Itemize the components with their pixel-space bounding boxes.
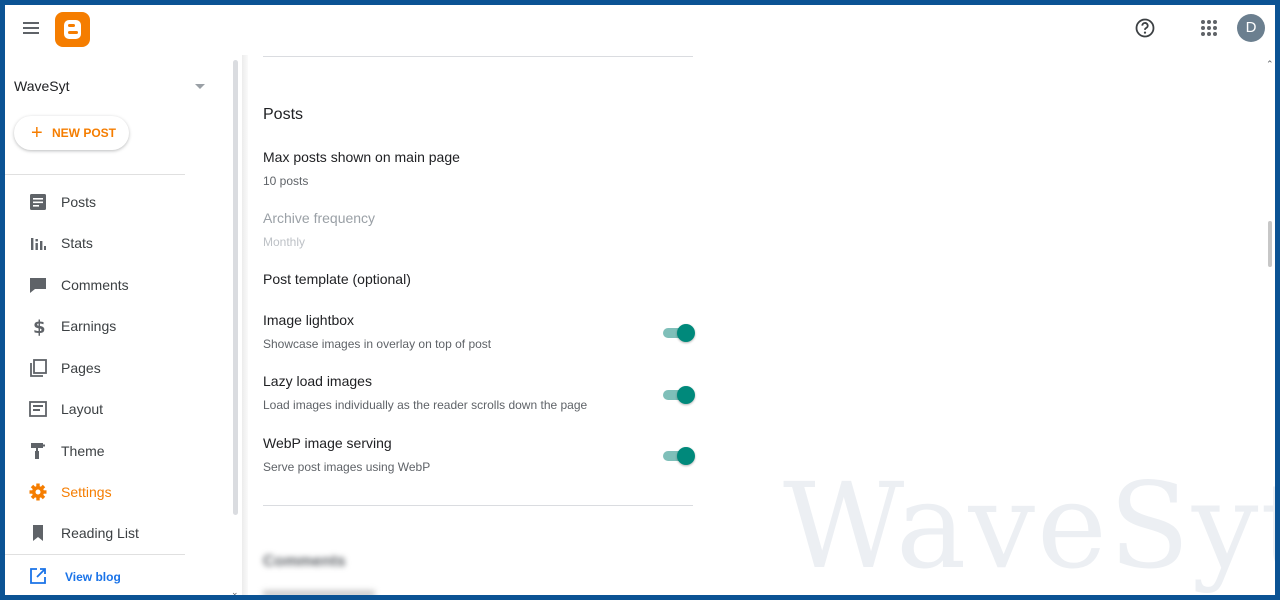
setting-archive-frequency: Archive frequency Monthly	[263, 210, 703, 250]
blog-name: WaveSyt	[14, 78, 70, 94]
svg-text:$: $	[33, 317, 46, 336]
setting-max-posts[interactable]: Max posts shown on main page 10 posts	[263, 149, 703, 189]
paint-roller-icon	[28, 441, 48, 461]
view-blog-label: View blog	[65, 570, 121, 584]
chevron-down-icon	[195, 84, 205, 89]
blurred-setting	[263, 590, 375, 595]
setting-post-template[interactable]: Post template (optional)	[263, 271, 703, 291]
setting-lazy-load-images: Lazy load images Load images individuall…	[263, 373, 703, 413]
webp-image-serving-toggle[interactable]	[661, 446, 695, 466]
sidebar-item-label: Posts	[61, 194, 97, 210]
top-bar: D	[5, 5, 1275, 55]
blog-selector[interactable]: WaveSyt	[14, 75, 212, 99]
sidebar: WaveSyt + NEW POST Posts Stats Comments	[5, 55, 241, 595]
sidebar-item-pages[interactable]: Pages	[5, 350, 231, 386]
setting-title: WebP image serving	[263, 435, 392, 451]
setting-value: 10 posts	[263, 174, 309, 188]
new-post-button[interactable]: + NEW POST	[14, 116, 129, 150]
layout-icon	[28, 399, 48, 419]
scroll-down-arrow-icon[interactable]: ⌄	[231, 587, 239, 595]
main-scrollbar-thumb[interactable]	[1268, 221, 1272, 267]
bookmark-icon	[28, 523, 48, 543]
toggle-thumb	[677, 447, 695, 465]
toggle-thumb	[677, 386, 695, 404]
open-external-icon	[29, 567, 47, 585]
gear-icon	[28, 482, 48, 502]
avatar[interactable]: D	[1237, 14, 1265, 42]
setting-title: Max posts shown on main page	[263, 149, 460, 165]
view-blog-link[interactable]: View blog	[5, 561, 185, 591]
image-lightbox-toggle[interactable]	[661, 323, 695, 343]
setting-title: Lazy load images	[263, 373, 372, 389]
setting-description: Load images individually as the reader s…	[263, 398, 588, 412]
setting-title: Image lightbox	[263, 312, 355, 328]
sidebar-item-label: Comments	[61, 277, 129, 293]
sidebar-item-posts[interactable]: Posts	[5, 184, 231, 220]
sidebar-item-label: Layout	[61, 401, 104, 417]
setting-value: Monthly	[263, 235, 306, 249]
setting-title: Post template (optional)	[263, 271, 411, 287]
sidebar-item-label: Pages	[61, 360, 101, 376]
pages-icon	[28, 358, 48, 378]
sidebar-divider	[5, 554, 185, 555]
sidebar-divider	[5, 174, 185, 175]
sidebar-item-label: Earnings	[61, 318, 117, 334]
setting-description: Serve post images using WebP	[263, 460, 431, 474]
sidebar-item-earnings[interactable]: $ Earnings	[5, 308, 231, 344]
apps-grid-icon[interactable]	[1197, 16, 1221, 40]
settings-content: WaveSyt Posts Max posts shown on main pa…	[242, 55, 1275, 595]
help-icon[interactable]	[1133, 16, 1157, 40]
setting-webp-image-serving: WebP image serving Serve post images usi…	[263, 435, 703, 475]
sidebar-item-label: Theme	[61, 443, 105, 459]
sidebar-item-stats[interactable]: Stats	[5, 225, 231, 261]
scroll-up-arrow-icon[interactable]: ⌃	[1266, 59, 1274, 70]
hamburger-menu-icon[interactable]	[21, 18, 43, 38]
section-divider	[263, 505, 693, 506]
posts-icon	[28, 192, 48, 212]
sidebar-item-label: Stats	[61, 235, 93, 251]
dollar-icon: $	[28, 316, 48, 338]
lazy-load-images-toggle[interactable]	[661, 385, 695, 405]
setting-description: Showcase images in overlay on top of pos…	[263, 337, 492, 351]
section-title-comments: Comments	[263, 553, 346, 570]
plus-icon: +	[31, 122, 43, 144]
section-title-posts: Posts	[263, 106, 304, 123]
sidebar-item-reading-list[interactable]: Reading List	[5, 515, 231, 551]
watermark: WaveSyt	[783, 457, 1275, 595]
sidebar-item-layout[interactable]: Layout	[5, 391, 231, 427]
sidebar-item-label: Settings	[61, 484, 112, 500]
sidebar-shadow	[242, 55, 248, 595]
sidebar-item-theme[interactable]: Theme	[5, 433, 231, 469]
stats-icon	[28, 233, 48, 253]
toggle-thumb	[677, 324, 695, 342]
sidebar-scrollbar[interactable]	[233, 60, 238, 515]
setting-title: Archive frequency	[263, 210, 376, 226]
new-post-label: NEW POST	[52, 126, 117, 140]
comments-icon	[28, 275, 48, 295]
sidebar-item-settings[interactable]: Settings	[5, 474, 231, 510]
app-window: D WaveSyt + NEW POST Posts Stats Comment…	[0, 0, 1280, 600]
section-divider	[263, 56, 693, 57]
blogger-logo-icon[interactable]	[55, 12, 90, 47]
sidebar-item-label: Reading List	[61, 525, 139, 541]
sidebar-item-comments[interactable]: Comments	[5, 267, 231, 303]
setting-image-lightbox: Image lightbox Showcase images in overla…	[263, 312, 703, 352]
